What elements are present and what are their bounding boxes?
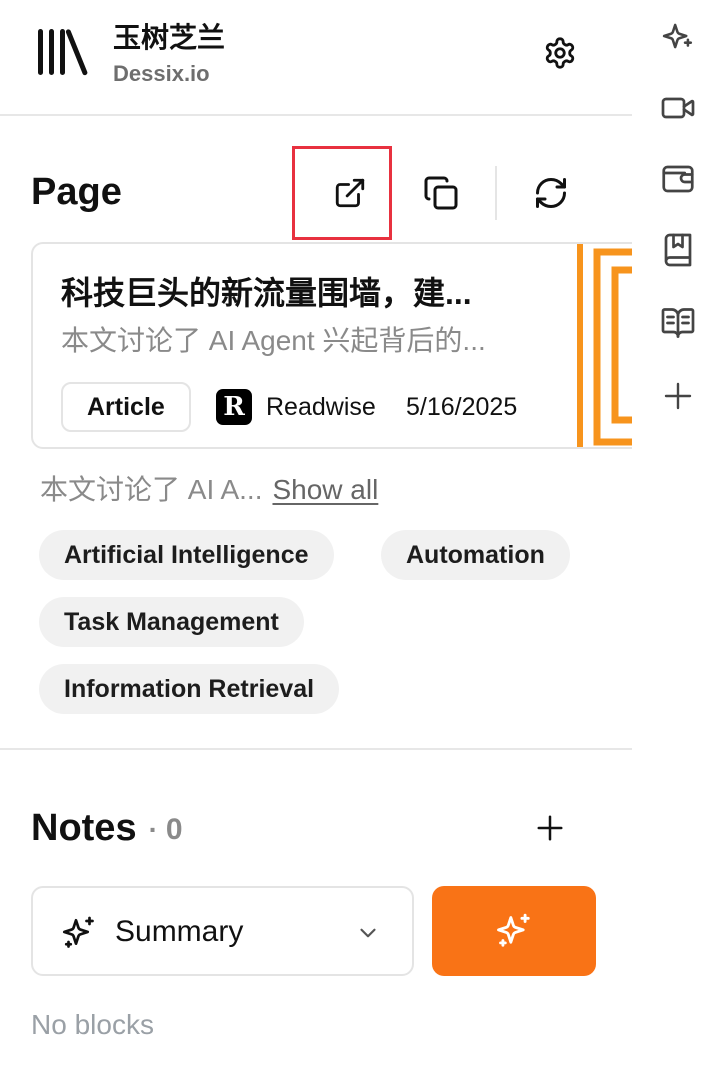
main-panel: 玉树芝兰 Dessix.io Page 科技巨头的新流量围墙，建... 本文讨论… xyxy=(0,0,632,1080)
section-divider xyxy=(0,748,632,750)
tag-chip[interactable]: Information Retrieval xyxy=(39,664,340,714)
generate-button[interactable] xyxy=(432,886,596,976)
rail-video-button[interactable] xyxy=(658,88,698,128)
copy-button[interactable] xyxy=(413,165,469,221)
summary-preview: 本文讨论了 AI A... xyxy=(40,474,263,505)
note-mode-select[interactable]: Summary xyxy=(31,886,414,976)
wallet-icon xyxy=(662,165,694,193)
gear-icon xyxy=(545,37,575,69)
bookmark-book-icon xyxy=(664,233,692,267)
rail-wallet-button[interactable] xyxy=(658,159,698,199)
refresh-icon xyxy=(536,178,566,208)
article-thumbnail xyxy=(577,244,632,447)
note-mode-label: Summary xyxy=(115,915,244,948)
type-badge: Article xyxy=(61,382,191,432)
highlight-box xyxy=(292,146,392,240)
right-rail xyxy=(632,0,708,1080)
tag-chip[interactable]: Artificial Intelligence xyxy=(39,530,334,580)
settings-button[interactable] xyxy=(540,33,580,73)
source-name: Readwise xyxy=(266,393,376,421)
readwise-logo-icon: R xyxy=(216,389,252,425)
tag-chip[interactable]: Task Management xyxy=(39,597,304,647)
video-icon xyxy=(661,97,695,119)
library-logo-icon xyxy=(38,29,88,76)
article-date: 5/16/2025 xyxy=(406,393,518,421)
copy-icon xyxy=(424,176,458,210)
header: 玉树芝兰 Dessix.io xyxy=(0,0,632,116)
rail-reader-button[interactable] xyxy=(658,303,698,343)
toolbar-divider xyxy=(495,166,497,220)
plus-icon xyxy=(664,382,692,410)
sparkle-icon xyxy=(497,913,530,947)
open-book-icon xyxy=(661,308,695,338)
article-card[interactable]: 科技巨头的新流量围墙，建... 本文讨论了 AI Agent 兴起背后的... … xyxy=(31,242,632,449)
notes-count: 0 xyxy=(165,812,183,846)
notes-title: Notes xyxy=(31,807,137,849)
tag-chip[interactable]: Automation xyxy=(381,530,570,580)
refresh-button[interactable] xyxy=(523,165,579,221)
plus-icon xyxy=(537,815,563,841)
workspace-name: 玉树芝兰 xyxy=(113,22,226,53)
sparkle-icon xyxy=(662,23,693,49)
show-all-link[interactable]: Show all xyxy=(272,474,378,505)
sparkle-icon xyxy=(62,916,94,948)
notes-header: Notes · 0 xyxy=(31,804,183,854)
page-section-title: Page xyxy=(31,171,122,213)
empty-state-text: No blocks xyxy=(31,1009,154,1040)
chevron-down-icon xyxy=(360,928,376,938)
article-description: 本文讨论了 AI Agent 兴起背后的... xyxy=(61,325,486,356)
add-note-button[interactable] xyxy=(528,806,572,850)
article-title: 科技巨头的新流量围墙，建... xyxy=(61,275,472,311)
summary-preview-line: 本文讨论了 AI A... Show all xyxy=(40,471,378,509)
rail-add-button[interactable] xyxy=(658,376,698,416)
rail-ai-button[interactable] xyxy=(658,17,698,57)
workspace-subtitle: Dessix.io xyxy=(113,61,210,86)
rail-bookmarks-button[interactable] xyxy=(658,230,698,270)
notes-separator: · xyxy=(148,813,158,845)
